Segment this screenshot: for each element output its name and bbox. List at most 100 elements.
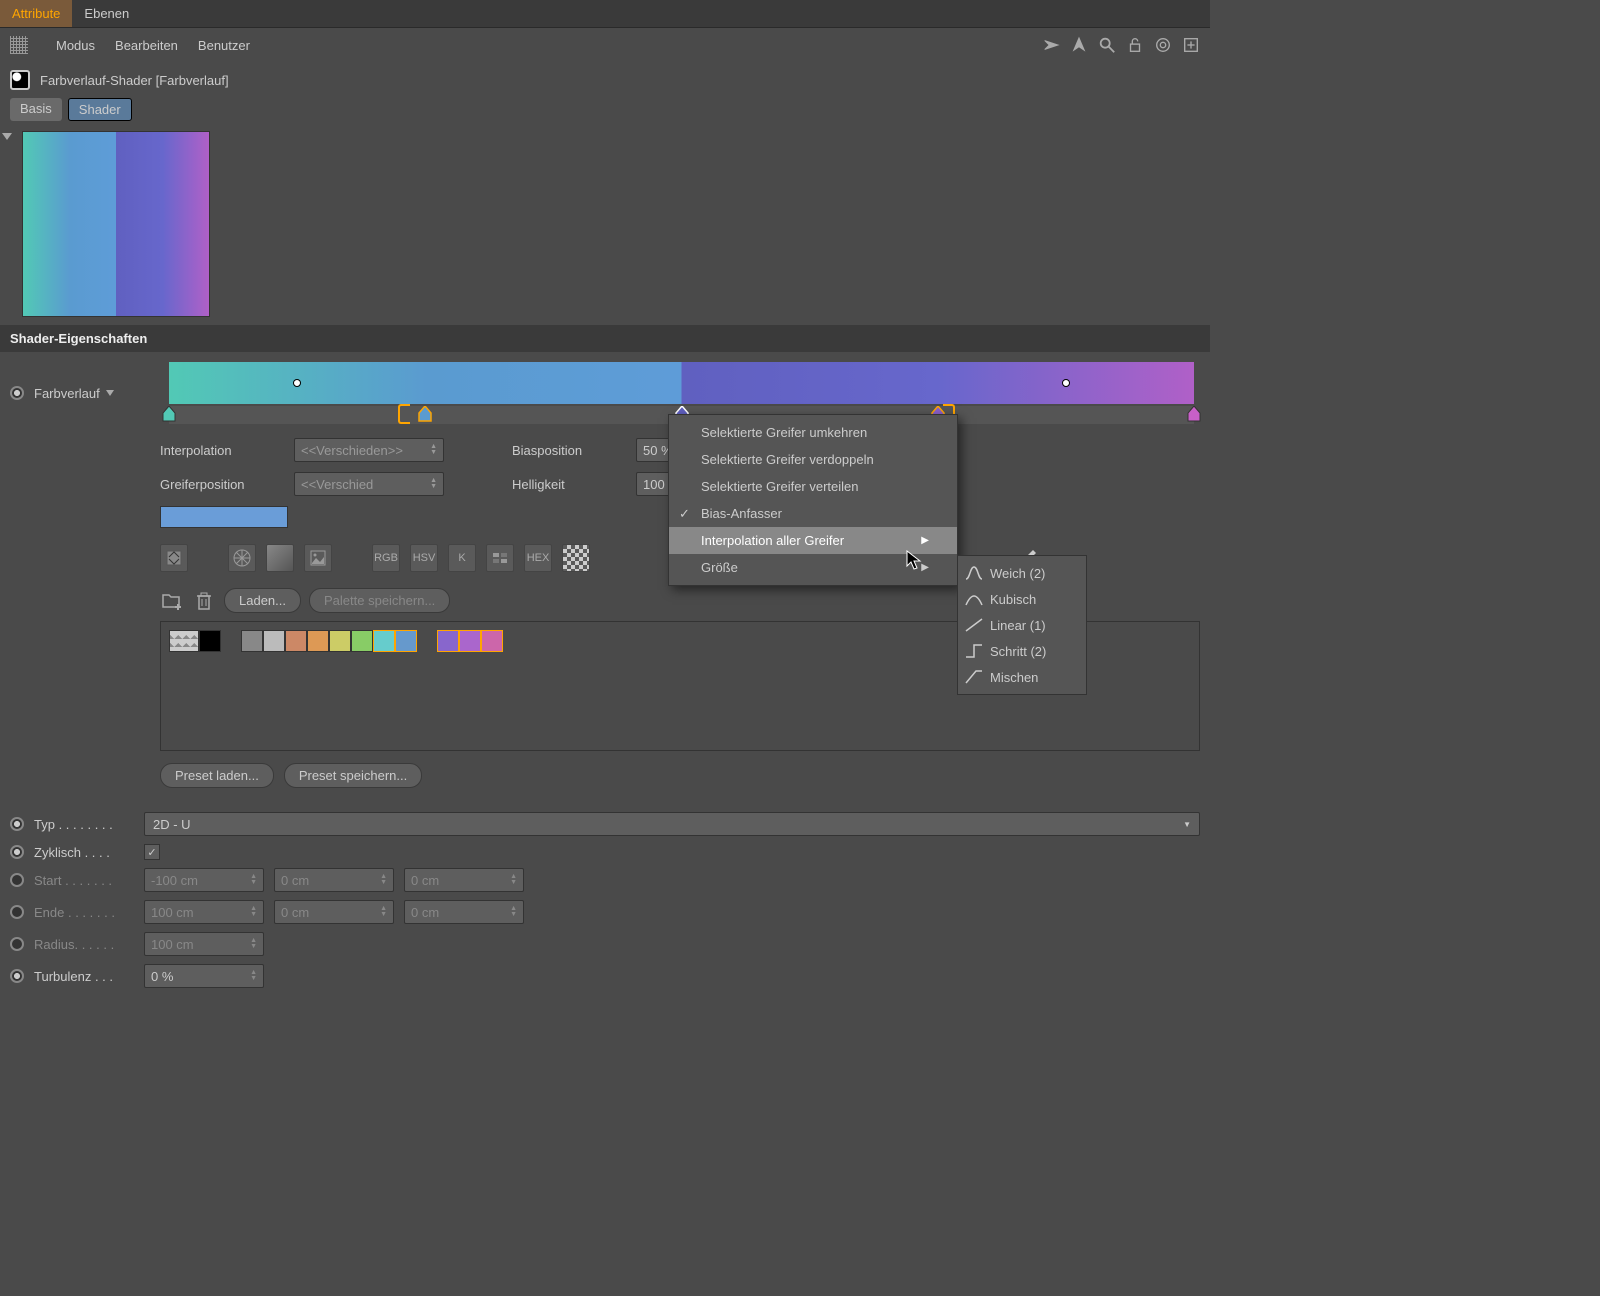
- menu-verdoppeln[interactable]: Selektierte Greifer verdoppeln: [669, 446, 957, 473]
- menu-umkehren[interactable]: Selektierte Greifer umkehren: [669, 419, 957, 446]
- selection-bracket-left[interactable]: [398, 404, 410, 424]
- hex-mode[interactable]: HEX: [524, 544, 552, 572]
- bias-dot[interactable]: [1062, 379, 1070, 387]
- menu-bearbeiten[interactable]: Bearbeiten: [115, 38, 178, 53]
- label-greiferposition: Greiferposition: [160, 477, 280, 492]
- interpolation-dropdown[interactable]: <<Verschieden>> ▲▼: [294, 438, 444, 462]
- label-helligkeit: Helligkeit: [512, 477, 622, 492]
- label-turbulenz: Turbulenz . . .: [34, 969, 134, 984]
- gradient-disclosure[interactable]: [106, 390, 114, 396]
- typ-dropdown[interactable]: 2D - U▼: [144, 812, 1200, 836]
- subtab-shader[interactable]: Shader: [68, 98, 132, 121]
- palette-swatch-none[interactable]: [169, 630, 199, 652]
- color-square-icon[interactable]: [160, 544, 188, 572]
- start-y-input[interactable]: 0 cm▲▼: [274, 868, 394, 892]
- palette-swatch[interactable]: [285, 630, 307, 652]
- image-picker-icon[interactable]: [304, 544, 332, 572]
- gradient-handle[interactable]: [418, 406, 432, 422]
- mixer-icon[interactable]: [486, 544, 514, 572]
- label-typ: Typ . . . . . . . .: [34, 817, 134, 832]
- label-zyklisch: Zyklisch . . . .: [34, 845, 134, 860]
- animatable-zyklisch[interactable]: [10, 845, 24, 859]
- palette-swatch[interactable]: [263, 630, 285, 652]
- zyklisch-checkbox[interactable]: ✓: [144, 844, 160, 860]
- submenu-weich[interactable]: Weich (2): [958, 560, 1086, 586]
- add-icon[interactable]: [1182, 36, 1200, 54]
- submenu-kubisch[interactable]: Kubisch: [958, 586, 1086, 612]
- start-x-input[interactable]: -100 cm▲▼: [144, 868, 264, 892]
- arrow-left-icon[interactable]: [1042, 36, 1060, 54]
- palette-speichern-button[interactable]: Palette speichern...: [309, 588, 450, 613]
- laden-button[interactable]: Laden...: [224, 588, 301, 613]
- dropdown-arrow-icon: ▼: [1183, 820, 1191, 829]
- preset-laden-button[interactable]: Preset laden...: [160, 763, 274, 788]
- greiferposition-input[interactable]: <<Verschied ▲▼: [294, 472, 444, 496]
- search-icon[interactable]: [1098, 36, 1116, 54]
- hsv-mode[interactable]: HSV: [410, 544, 438, 572]
- rgb-mode[interactable]: RGB: [372, 544, 400, 572]
- k-mode[interactable]: K: [448, 544, 476, 572]
- shader-icon: [10, 70, 30, 90]
- arrow-up-icon[interactable]: [1070, 36, 1088, 54]
- radius-input[interactable]: 100 cm▲▼: [144, 932, 264, 956]
- menu-modus[interactable]: Modus: [56, 38, 95, 53]
- palette-swatch[interactable]: [373, 630, 395, 652]
- palette-swatch[interactable]: [307, 630, 329, 652]
- submenu-schritt[interactable]: Schritt (2): [958, 638, 1086, 664]
- palette-swatch[interactable]: [459, 630, 481, 652]
- label-biasposition: Biasposition: [512, 443, 622, 458]
- submenu-mischen[interactable]: Mischen: [958, 664, 1086, 690]
- start-z-input[interactable]: 0 cm▲▼: [404, 868, 524, 892]
- palette-swatch[interactable]: [241, 630, 263, 652]
- bias-dot[interactable]: [293, 379, 301, 387]
- menu-benutzer[interactable]: Benutzer: [198, 38, 250, 53]
- menu-bias-anfasser[interactable]: ✓Bias-Anfasser: [669, 500, 957, 527]
- animatable-start[interactable]: [10, 873, 24, 887]
- preview-disclosure[interactable]: [2, 133, 12, 140]
- spinner-arrows-icon: ▲▼: [430, 478, 437, 490]
- trash-icon[interactable]: [192, 589, 216, 613]
- submenu-linear[interactable]: Linear (1): [958, 612, 1086, 638]
- label-ende: Ende . . . . . . .: [34, 905, 134, 920]
- section-header: Shader-Eigenschaften: [0, 325, 1210, 352]
- object-title: Farbverlauf-Shader [Farbverlauf]: [40, 73, 229, 88]
- palette-swatch[interactable]: [395, 630, 417, 652]
- mouse-cursor-icon: [906, 550, 922, 572]
- preset-speichern-button[interactable]: Preset speichern...: [284, 763, 422, 788]
- grid-icon[interactable]: [10, 36, 28, 54]
- label-interpolation: Interpolation: [160, 443, 280, 458]
- palette-swatch[interactable]: [437, 630, 459, 652]
- animatable-farbverlauf[interactable]: [10, 386, 24, 400]
- ende-x-input[interactable]: 100 cm▲▼: [144, 900, 264, 924]
- palette-swatch[interactable]: [351, 630, 373, 652]
- subtab-basis[interactable]: Basis: [10, 98, 62, 121]
- animatable-ende[interactable]: [10, 905, 24, 919]
- palette-swatch[interactable]: [481, 630, 503, 652]
- submenu-arrow-icon: ▶: [921, 562, 929, 573]
- current-color-swatch[interactable]: [160, 506, 288, 528]
- tab-ebenen[interactable]: Ebenen: [72, 0, 141, 27]
- tab-attribute[interactable]: Attribute: [0, 0, 72, 27]
- spectrum-icon[interactable]: [266, 544, 294, 572]
- color-wheel-icon[interactable]: [228, 544, 256, 572]
- animatable-radius[interactable]: [10, 937, 24, 951]
- submenu-arrow-icon: ▶: [921, 535, 929, 546]
- dropdown-arrows-icon: ▲▼: [430, 444, 437, 456]
- ende-y-input[interactable]: 0 cm▲▼: [274, 900, 394, 924]
- gradient-handle[interactable]: [162, 406, 176, 422]
- animatable-typ[interactable]: [10, 817, 24, 831]
- folder-add-icon[interactable]: [160, 589, 184, 613]
- label-start: Start . . . . . . .: [34, 873, 134, 888]
- swatches-icon[interactable]: [562, 544, 590, 572]
- target-icon[interactable]: [1154, 36, 1172, 54]
- palette-swatch[interactable]: [329, 630, 351, 652]
- ende-z-input[interactable]: 0 cm▲▼: [404, 900, 524, 924]
- gradient-handle[interactable]: [1187, 406, 1201, 422]
- gradient-bar[interactable]: [169, 362, 1194, 404]
- menu-verteilen[interactable]: Selektierte Greifer verteilen: [669, 473, 957, 500]
- lock-icon[interactable]: [1126, 36, 1144, 54]
- gradient-preview: [22, 131, 210, 317]
- palette-swatch[interactable]: [199, 630, 221, 652]
- turbulenz-input[interactable]: 0 %▲▼: [144, 964, 264, 988]
- animatable-turbulenz[interactable]: [10, 969, 24, 983]
